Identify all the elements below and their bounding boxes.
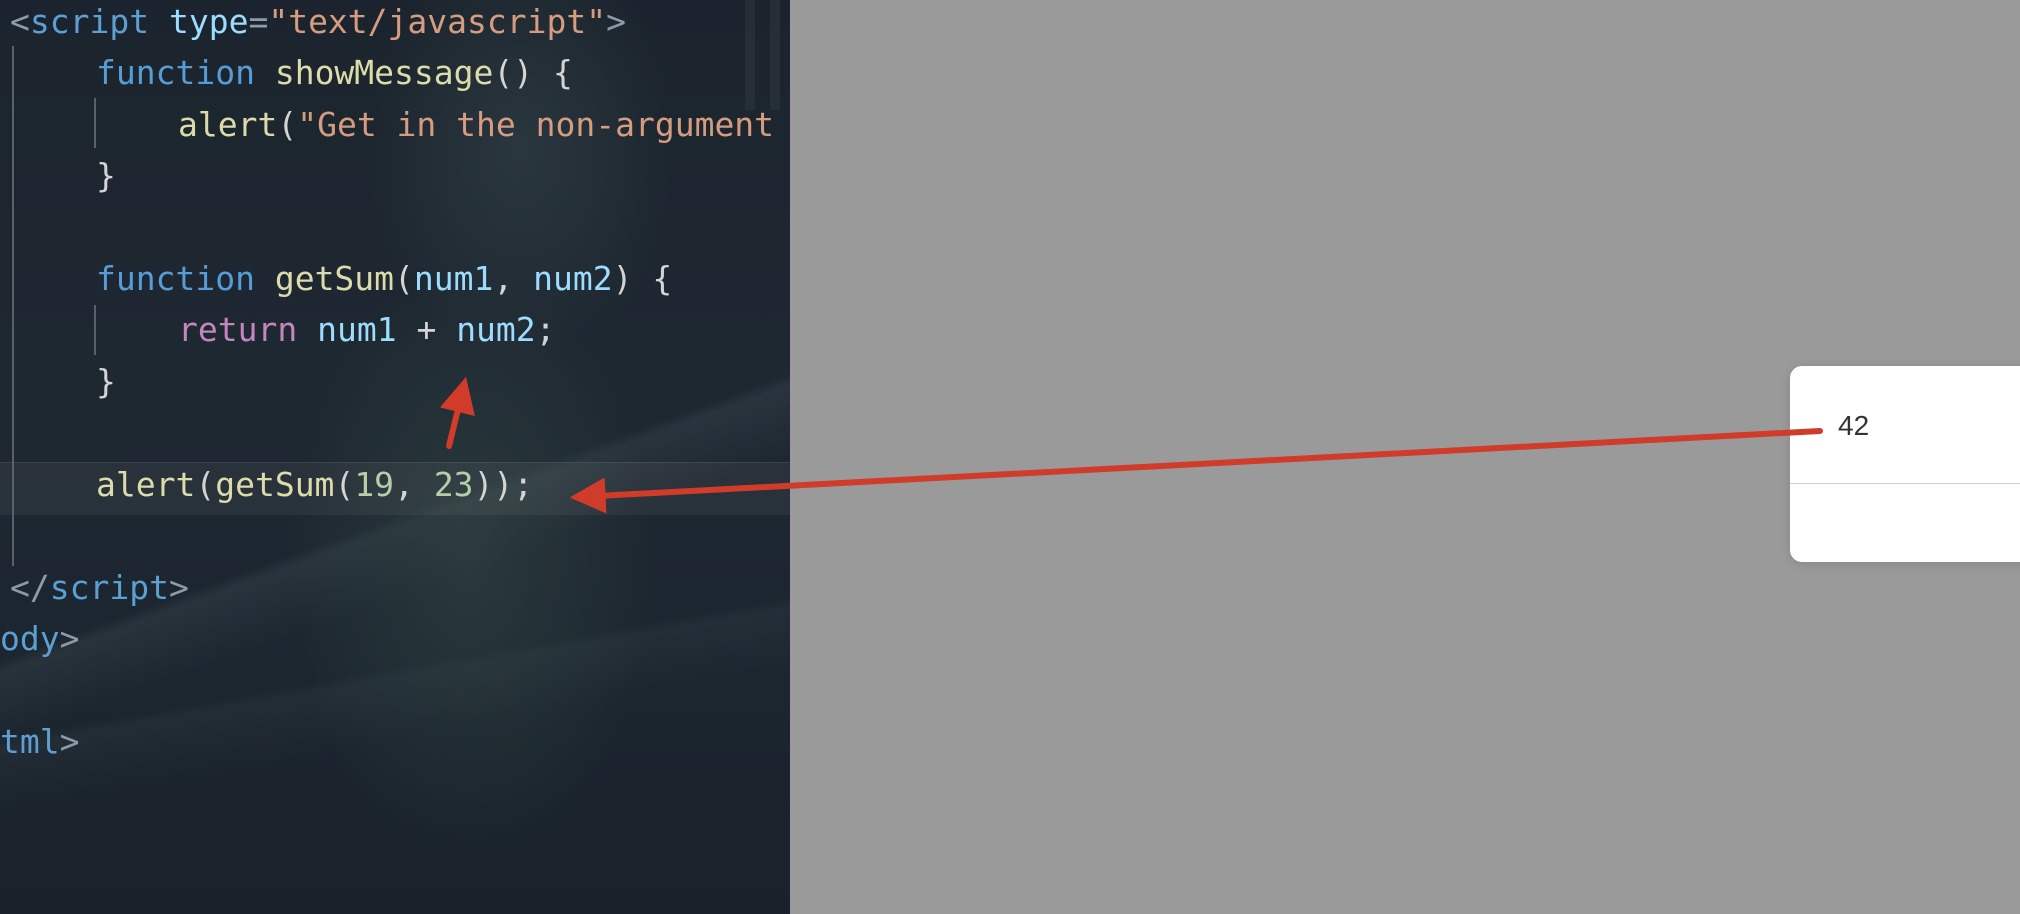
code-token: function bbox=[96, 259, 255, 298]
code-token: return bbox=[178, 310, 298, 349]
code-token: = bbox=[248, 2, 269, 41]
code-token: showMessage bbox=[274, 53, 494, 92]
alert-message: 42 bbox=[1838, 410, 1870, 441]
code-token: , bbox=[493, 259, 534, 298]
code-token: getSum bbox=[215, 465, 335, 504]
code-token: } bbox=[96, 156, 116, 195]
code-token: > bbox=[59, 722, 80, 761]
code-token: )); bbox=[473, 465, 534, 504]
code-token: "text/javascript" bbox=[268, 2, 607, 41]
code-token: ( bbox=[394, 259, 414, 298]
code-token: alert bbox=[96, 465, 196, 504]
code-line[interactable]: tml> bbox=[0, 720, 79, 764]
indent-guide bbox=[94, 305, 96, 355]
code-token: ody bbox=[0, 619, 60, 658]
code-token: type bbox=[168, 2, 249, 41]
code-line[interactable]: function showMessage() { bbox=[96, 51, 573, 95]
code-token: () { bbox=[493, 53, 573, 92]
code-token: 23 bbox=[433, 465, 474, 504]
code-token: script bbox=[49, 568, 169, 607]
code-line[interactable]: function getSum(num1, num2) { bbox=[96, 257, 672, 301]
code-token: script bbox=[29, 2, 150, 41]
code-token: num2 bbox=[456, 310, 536, 349]
alert-button-area[interactable] bbox=[1790, 484, 2020, 562]
code-token: > bbox=[168, 568, 189, 607]
code-token: } bbox=[96, 362, 116, 401]
alert-dialog: 42 bbox=[1790, 366, 2020, 562]
code-line[interactable]: </script> bbox=[10, 566, 189, 610]
code-token: ( bbox=[334, 465, 355, 504]
code-line[interactable]: return num1 + num2; bbox=[178, 308, 556, 352]
code-editor-panel[interactable]: <script type="text/javascript"> function … bbox=[0, 0, 790, 914]
code-line[interactable]: ody> bbox=[0, 617, 79, 661]
code-token: > bbox=[59, 619, 80, 658]
code-token: ( bbox=[277, 105, 298, 144]
code-token: ( bbox=[195, 465, 216, 504]
code-token: ) { bbox=[612, 259, 673, 298]
code-token: , bbox=[394, 465, 434, 504]
code-token: "Get in the non-argument bbox=[297, 105, 775, 144]
code-token: num1 bbox=[317, 310, 397, 349]
indent-guide bbox=[12, 46, 14, 566]
code-line[interactable]: <script type="text/javascript"> bbox=[10, 0, 626, 44]
indent-guide bbox=[94, 98, 96, 148]
code-token: + bbox=[396, 310, 457, 349]
background-stripe bbox=[745, 0, 755, 110]
code-line[interactable]: alert("Get in the non-argument bbox=[178, 103, 774, 147]
code-token: 19 bbox=[354, 465, 395, 504]
code-token: getSum bbox=[274, 259, 395, 298]
code-token: ; bbox=[535, 310, 556, 349]
code-token: num1 bbox=[413, 259, 494, 298]
code-token: </ bbox=[10, 568, 50, 607]
code-token: alert bbox=[178, 105, 278, 144]
code-line[interactable]: } bbox=[96, 154, 116, 198]
code-token: function bbox=[96, 53, 255, 92]
code-token: < bbox=[10, 2, 30, 41]
code-token: num2 bbox=[533, 259, 613, 298]
background-stripe bbox=[770, 0, 780, 110]
code-line[interactable]: alert(getSum(19, 23)); bbox=[96, 463, 533, 507]
code-line[interactable]: } bbox=[96, 360, 116, 404]
code-token: tml bbox=[0, 722, 60, 761]
code-token: > bbox=[606, 2, 626, 41]
